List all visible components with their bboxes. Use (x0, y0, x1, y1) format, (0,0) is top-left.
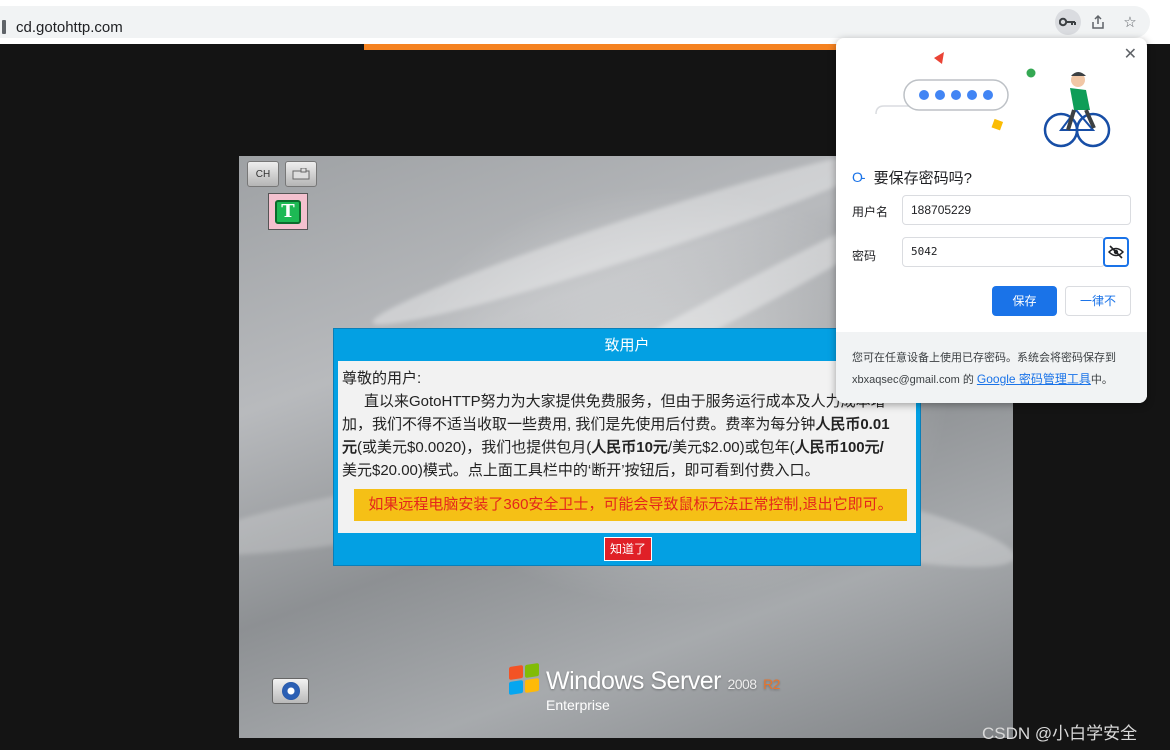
key-icon: O- (852, 169, 865, 185)
notice-dialog: 致用户 尊敬的用户: 直以来GotoHTTP努力为大家提供免费服务，但由于服务运… (333, 328, 921, 566)
warning-banner: 如果远程电脑安装了360安全卫士，可能会导致鼠标无法正常控制,退出它即可。 (354, 489, 907, 521)
password-manager-link[interactable]: Google 密码管理工具 (977, 372, 1091, 386)
save-password-bubble: ✕ O- 要保存密码吗? 用户名 188705229 密码 5042 保存 一律… (836, 38, 1147, 403)
dialog-text: /美元$2.00)或包年( (667, 439, 795, 456)
bubble-title: 要保存密码吗? (873, 169, 972, 187)
username-field[interactable]: 188705229 (902, 195, 1131, 225)
dialog-text: (或美元$0.0020)，我们也提供包月( (357, 439, 592, 456)
loading-strip (364, 44, 844, 50)
os-version: 2008 (727, 676, 757, 692)
dialog-paragraph-3: 元(或美元$0.0020)，我们也提供包月(人民币10元/美元$2.00)或包年… (342, 436, 912, 459)
dialog-body: 尊敬的用户: 直以来GotoHTTP努力为大家提供免费服务，但由于服务运行成本及… (338, 361, 916, 533)
dialog-greeting: 尊敬的用户: (342, 370, 422, 387)
dialog-text: / (879, 439, 884, 456)
rate-unit: 元 (342, 439, 358, 456)
password-field[interactable]: 5042 (902, 237, 1105, 267)
eye-off-icon (1108, 245, 1124, 259)
never-button[interactable]: 一律不 (1065, 286, 1131, 316)
windows-logo-icon (509, 663, 541, 696)
settings-button[interactable] (272, 678, 309, 704)
footer-line-2: xbxaqsec@gmail.com 的 Google 密码管理工具中。 (852, 369, 1133, 391)
language-button-label: CH (255, 168, 271, 180)
language-button[interactable]: CH (247, 161, 279, 187)
rate-per-minute: 人民币0.01 (815, 416, 890, 433)
dialog-paragraph-2: 加，我们不得不适当收取一些费用, 我们是先使用后付费。费率为每分钟人民币0.01 (342, 413, 912, 436)
close-icon[interactable]: ✕ (1124, 44, 1137, 64)
acknowledge-button[interactable]: 知道了 (604, 537, 652, 561)
footer-text: 您可在任意设备上使用已存密码。系统会将密码保存到 (852, 352, 1116, 364)
footer-tail: 中。 (1090, 374, 1113, 386)
keyboard-button[interactable] (285, 161, 317, 187)
password-illustration (875, 52, 1111, 148)
share-icon[interactable] (1085, 9, 1111, 35)
dialog-text: 加，我们不得不适当收取一些费用, 我们是先使用后付费。费率为每分钟 (342, 416, 816, 433)
lock-icon[interactable] (2, 20, 6, 34)
footer-account: xbxaqsec@gmail.com 的 (852, 374, 974, 386)
omnibox[interactable]: cd.gotohttp.com (0, 6, 1150, 38)
os-edition: Enterprise (546, 697, 610, 713)
dialog-title: 致用户 (604, 337, 650, 354)
rate-per-year: 人民币100元 (794, 439, 880, 456)
save-button[interactable]: 保存 (992, 286, 1057, 316)
os-release: R2 (763, 676, 780, 692)
text-icon: T (275, 199, 301, 224)
username-label: 用户名 (852, 205, 889, 219)
password-label: 密码 (852, 249, 877, 263)
watermark: CSDN @小白学安全 (982, 724, 1138, 743)
text-input-button[interactable]: T (268, 193, 308, 230)
dialog-paragraph-4: 美元$20.00)模式。点上面工具栏中的‘断开’按钮后，即可看到付费入口。 (342, 462, 820, 479)
dialog-paragraph-1: 直以来GotoHTTP努力为大家提供免费服务，但由于服务运行成本及人力成本增 (364, 393, 886, 410)
bubble-header: O- 要保存密码吗? (852, 166, 972, 188)
key-icon[interactable] (1055, 9, 1081, 35)
rate-per-month: 人民币10元 (591, 439, 668, 456)
gear-icon (281, 682, 300, 700)
url-text[interactable]: cd.gotohttp.com (16, 19, 123, 36)
show-password-button[interactable] (1103, 237, 1129, 267)
os-name: Windows Server (546, 667, 722, 695)
bubble-footer: 您可在任意设备上使用已存密码。系统会将密码保存到 xbxaqsec@gmail.… (836, 332, 1147, 403)
os-brand: Windows Server 2008 R2 (546, 667, 780, 696)
star-icon[interactable]: ☆ (1117, 9, 1143, 35)
keyboard-icon (292, 168, 310, 180)
